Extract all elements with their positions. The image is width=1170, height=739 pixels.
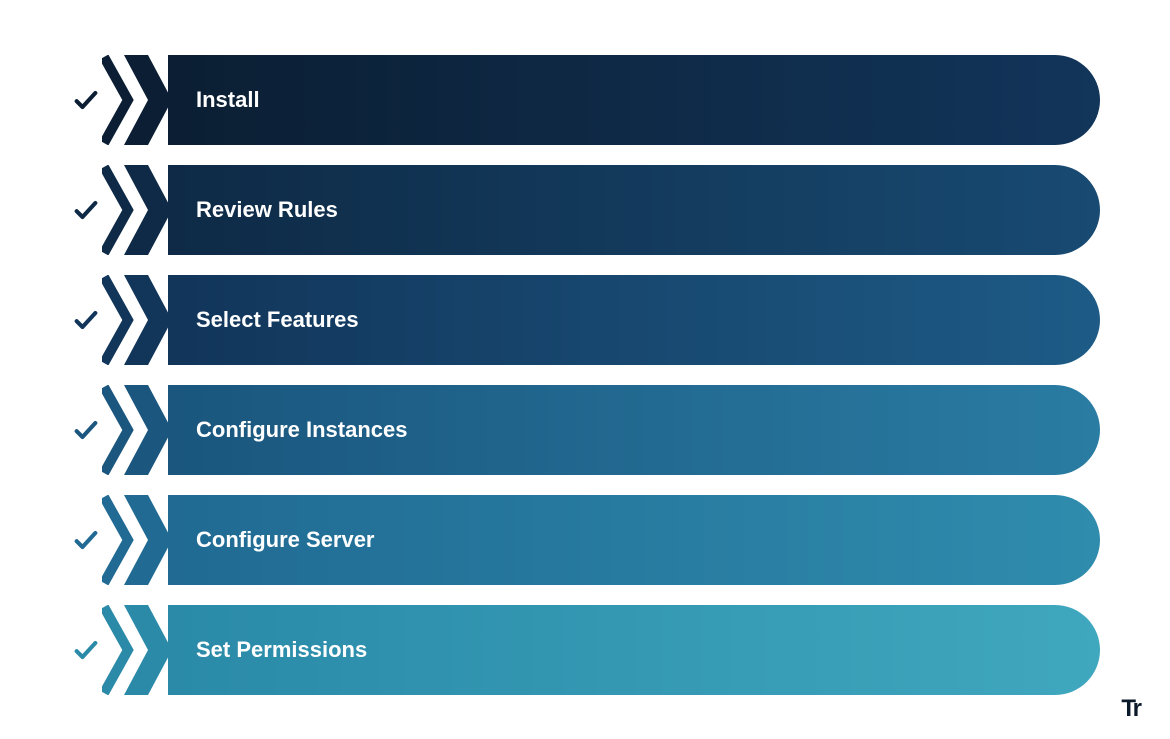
check-icon <box>70 196 102 224</box>
step-label: Configure Instances <box>196 417 407 443</box>
step-label: Review Rules <box>196 197 338 223</box>
step-row: Configure Instances <box>70 385 1100 475</box>
steps-diagram: Install Review Rules <box>70 55 1100 695</box>
check-icon <box>70 306 102 334</box>
step-bar: Install <box>168 55 1100 145</box>
chevron-icon <box>102 275 170 365</box>
check-icon <box>70 526 102 554</box>
step-label: Install <box>196 87 260 113</box>
step-row: Select Features <box>70 275 1100 365</box>
chevron-icon <box>102 165 170 255</box>
check-icon <box>70 86 102 114</box>
check-icon <box>70 416 102 444</box>
chevron-icon <box>102 385 170 475</box>
step-label: Configure Server <box>196 527 375 553</box>
step-bar: Set Permissions <box>168 605 1100 695</box>
step-label: Select Features <box>196 307 359 333</box>
check-icon <box>70 636 102 664</box>
step-row: Set Permissions <box>70 605 1100 695</box>
chevron-icon <box>102 605 170 695</box>
chevron-icon <box>102 55 170 145</box>
step-bar: Review Rules <box>168 165 1100 255</box>
logo: Tr <box>1121 695 1140 723</box>
step-bar: Select Features <box>168 275 1100 365</box>
step-label: Set Permissions <box>196 637 367 663</box>
step-row: Review Rules <box>70 165 1100 255</box>
step-bar: Configure Server <box>168 495 1100 585</box>
step-row: Configure Server <box>70 495 1100 585</box>
step-row: Install <box>70 55 1100 145</box>
chevron-icon <box>102 495 170 585</box>
step-bar: Configure Instances <box>168 385 1100 475</box>
